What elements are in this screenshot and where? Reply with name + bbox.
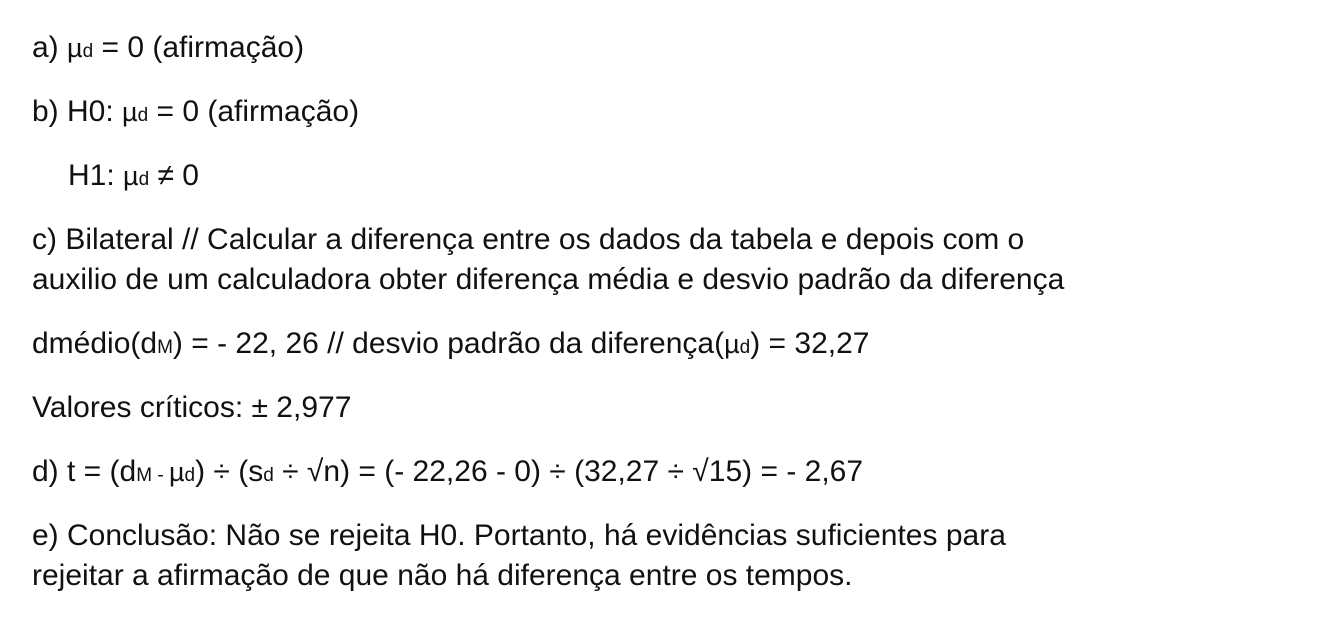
h1-rest: ≠ 0: [149, 159, 200, 192]
d-t4: ÷ √n) = (- 22,26 - 0) ÷ (32,27 ÷ √15) = …: [273, 455, 864, 488]
h1-prefix: H1:: [68, 159, 124, 192]
item-b-rest: = 0 (afirmação): [148, 95, 360, 128]
item-a-prefix: a): [32, 31, 68, 64]
subscript-d: d: [184, 465, 196, 486]
subscript-d: d: [137, 105, 149, 126]
d-t1: d) t = (d: [32, 455, 137, 488]
item-b-h0: b) H0: µd = 0 (afirmação): [32, 94, 359, 134]
dmedio-line: dmédio(dM) = - 22, 26 // desvio padrão d…: [32, 326, 869, 366]
d-t3: ) ÷ (s: [195, 455, 264, 488]
mu-symbol: µ: [122, 97, 138, 127]
subscript-m: M: [157, 337, 173, 358]
subscript-d: d: [138, 169, 150, 190]
item-d-formula: d) t = (dM - µd) ÷ (sd ÷ √n) = (- 22,26 …: [32, 454, 863, 494]
mu-symbol: µ: [123, 161, 139, 191]
item-b-prefix: b) H0:: [32, 95, 123, 128]
mu-symbol: µ: [168, 457, 185, 487]
subscript-d: d: [263, 465, 274, 486]
dmedio-t1: dmédio(d: [32, 327, 158, 360]
critical-values: Valores críticos: ± 2,977: [32, 391, 352, 424]
mu-symbol: µ: [67, 33, 83, 63]
item-a-rest: = 0 (afirmação): [93, 31, 305, 64]
item-c-line1: c) Bilateral // Calcular a diferença ent…: [32, 223, 1025, 256]
document: a) µd = 0 (afirmação) b) H0: µd = 0 (afi…: [0, 0, 1322, 626]
dmedio-t3: ) = 32,27: [750, 327, 870, 360]
mu-symbol: µ: [724, 329, 740, 359]
subscript-d: d: [739, 337, 751, 358]
subscript-d: d: [82, 41, 94, 62]
item-e-line2: rejeitar a afirmação de que não há difer…: [32, 559, 853, 592]
item-e-line1: e) Conclusão: Não se rejeita H0. Portant…: [32, 519, 1006, 552]
item-c-line2: auxilio de um calculadora obter diferenç…: [32, 263, 1065, 296]
dmedio-t2: ) = - 22, 26 // desvio padrão da diferen…: [172, 327, 725, 360]
subscript-m: M: [136, 465, 153, 486]
item-a: a) µd = 0 (afirmação): [32, 30, 304, 70]
subscript-minus: -: [152, 465, 169, 486]
item-b-h1: H1: µd ≠ 0: [68, 158, 199, 198]
